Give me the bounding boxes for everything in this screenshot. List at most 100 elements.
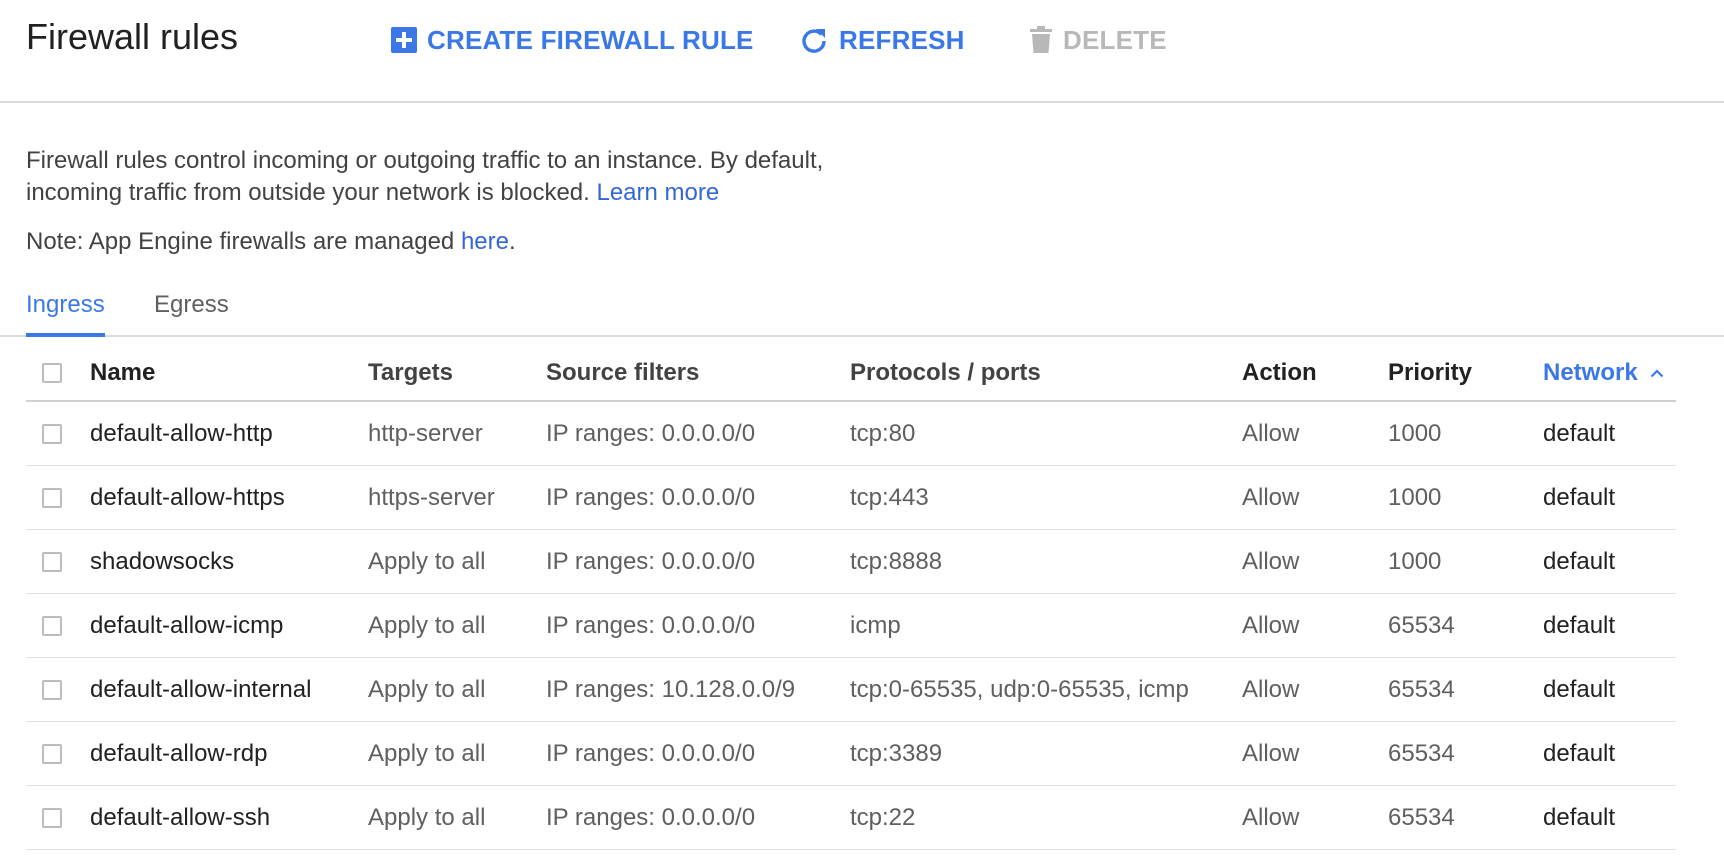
rule-action: Allow [1242, 547, 1300, 575]
rule-targets: Apply to all [368, 739, 486, 767]
note-suffix: . [508, 228, 516, 255]
row-checkbox[interactable] [42, 679, 62, 700]
rule-source-filters: IP ranges: 0.0.0.0/0 [546, 611, 756, 639]
table-row[interactable]: shadowsocks Apply to all IP ranges: 0.0.… [26, 530, 1676, 594]
create-firewall-rule-button[interactable]: CREATE FIREWALL RULE [391, 20, 754, 60]
tab-egress[interactable]: Egress [154, 285, 229, 337]
rule-source-filters: IP ranges: 0.0.0.0/0 [546, 483, 756, 511]
chevron-up-icon [1650, 369, 1663, 378]
refresh-icon [802, 29, 826, 53]
note-text: Note: App Engine firewalls are managed [26, 228, 455, 255]
rule-action: Allow [1242, 675, 1300, 703]
direction-tabs: Ingress Egress [0, 285, 1724, 337]
rule-network: default [1543, 803, 1616, 831]
rule-priority: 1000 [1388, 419, 1442, 447]
rule-protocols-ports: icmp [850, 611, 901, 639]
page-title: Firewall rules [26, 16, 239, 57]
add-box-icon [391, 27, 417, 53]
rule-targets: Apply to all [368, 611, 486, 639]
delete-button[interactable]: DELETE [1029, 20, 1167, 60]
rule-name[interactable]: default-allow-internal [90, 658, 311, 721]
rule-name[interactable]: default-allow-ssh [90, 786, 270, 849]
column-header-network[interactable]: Network [1543, 346, 1664, 400]
rule-name[interactable]: default-allow-https [90, 466, 285, 529]
rule-action: Allow [1242, 419, 1300, 447]
rule-protocols-ports: tcp:0-65535, udp:0-65535, icmp [850, 675, 1189, 703]
rule-protocols-ports: tcp:8888 [850, 547, 943, 575]
row-checkbox-cell [42, 722, 62, 785]
rule-targets: Apply to all [368, 547, 486, 575]
description-line-2: incoming traffic from outside your netwo… [26, 179, 590, 206]
rule-source-filters: IP ranges: 0.0.0.0/0 [546, 803, 756, 831]
table-row[interactable]: default-allow-rdp Apply to all IP ranges… [26, 722, 1676, 786]
rule-protocols-ports: tcp:3389 [850, 739, 943, 767]
table-row[interactable]: default-allow-https https-server IP rang… [26, 466, 1676, 530]
rule-priority: 1000 [1388, 547, 1442, 575]
rule-action: Allow [1242, 803, 1300, 831]
rule-targets: Apply to all [368, 803, 486, 831]
row-checkbox[interactable] [42, 615, 62, 636]
rule-network: default [1543, 675, 1616, 703]
column-header-name[interactable]: Name [90, 346, 155, 400]
rule-network: default [1543, 547, 1616, 575]
rule-action: Allow [1242, 611, 1300, 639]
rule-name[interactable]: default-allow-icmp [90, 594, 283, 657]
rule-source-filters: IP ranges: 0.0.0.0/0 [546, 419, 756, 447]
row-checkbox-cell [42, 402, 62, 465]
rule-action: Allow [1242, 483, 1300, 511]
rule-network: default [1543, 419, 1616, 447]
row-checkbox[interactable] [42, 551, 62, 572]
rule-priority: 65534 [1388, 739, 1455, 767]
rule-action: Allow [1242, 739, 1300, 767]
rule-network: default [1543, 611, 1616, 639]
toolbar: Firewall rules CREATE FIREWALL RULE REFR… [0, 0, 1724, 103]
column-header-priority[interactable]: Priority [1388, 346, 1472, 400]
create-firewall-rule-label: CREATE FIREWALL RULE [427, 24, 754, 55]
column-header-action[interactable]: Action [1242, 346, 1317, 400]
row-checkbox-cell [42, 658, 62, 721]
table-row[interactable]: default-allow-http http-server IP ranges… [26, 402, 1676, 466]
rule-priority: 65534 [1388, 675, 1455, 703]
learn-more-link[interactable]: Learn more [596, 179, 719, 206]
column-header-source-filters[interactable]: Source filters [546, 346, 699, 400]
table-row[interactable]: default-allow-internal Apply to all IP r… [26, 658, 1676, 722]
rule-priority: 65534 [1388, 803, 1455, 831]
rule-priority: 1000 [1388, 483, 1442, 511]
row-checkbox-cell [42, 530, 62, 593]
rule-source-filters: IP ranges: 10.128.0.0/9 [546, 675, 796, 703]
rule-protocols-ports: tcp:80 [850, 419, 916, 447]
firewall-rules-table: Name Targets Source filters Protocols / … [26, 346, 1676, 850]
rule-targets: http-server [368, 419, 483, 447]
table-row[interactable]: default-allow-ssh Apply to all IP ranges… [26, 786, 1676, 850]
row-checkbox[interactable] [42, 423, 62, 444]
rule-network: default [1543, 483, 1616, 511]
select-all-cell [42, 346, 62, 400]
row-checkbox-cell [42, 466, 62, 529]
rule-name[interactable]: default-allow-http [90, 402, 273, 465]
rule-source-filters: IP ranges: 0.0.0.0/0 [546, 739, 756, 767]
row-checkbox[interactable] [42, 743, 62, 764]
app-engine-here-link[interactable]: here [461, 228, 509, 255]
rule-source-filters: IP ranges: 0.0.0.0/0 [546, 547, 756, 575]
table-row[interactable]: default-allow-icmp Apply to all IP range… [26, 594, 1676, 658]
column-header-targets[interactable]: Targets [368, 346, 453, 400]
refresh-label: REFRESH [839, 24, 965, 55]
rule-targets: Apply to all [368, 675, 486, 703]
row-checkbox[interactable] [42, 807, 62, 828]
row-checkbox-cell [42, 594, 62, 657]
description: Firewall rules control incoming or outgo… [26, 145, 926, 209]
row-checkbox[interactable] [42, 487, 62, 508]
network-header-label: Network [1543, 359, 1638, 386]
table-header-row: Name Targets Source filters Protocols / … [26, 346, 1676, 402]
app-engine-note: Note: App Engine firewalls are managed h… [26, 226, 516, 258]
rule-network: default [1543, 739, 1616, 767]
select-all-checkbox[interactable] [42, 363, 62, 383]
column-header-protocols-ports[interactable]: Protocols / ports [850, 346, 1041, 400]
tab-ingress[interactable]: Ingress [26, 285, 105, 337]
row-checkbox-cell [42, 786, 62, 849]
refresh-button[interactable]: REFRESH [799, 20, 965, 60]
rule-name[interactable]: default-allow-rdp [90, 722, 267, 785]
rule-targets: https-server [368, 483, 495, 511]
delete-label: DELETE [1063, 24, 1167, 55]
rule-name[interactable]: shadowsocks [90, 530, 234, 593]
